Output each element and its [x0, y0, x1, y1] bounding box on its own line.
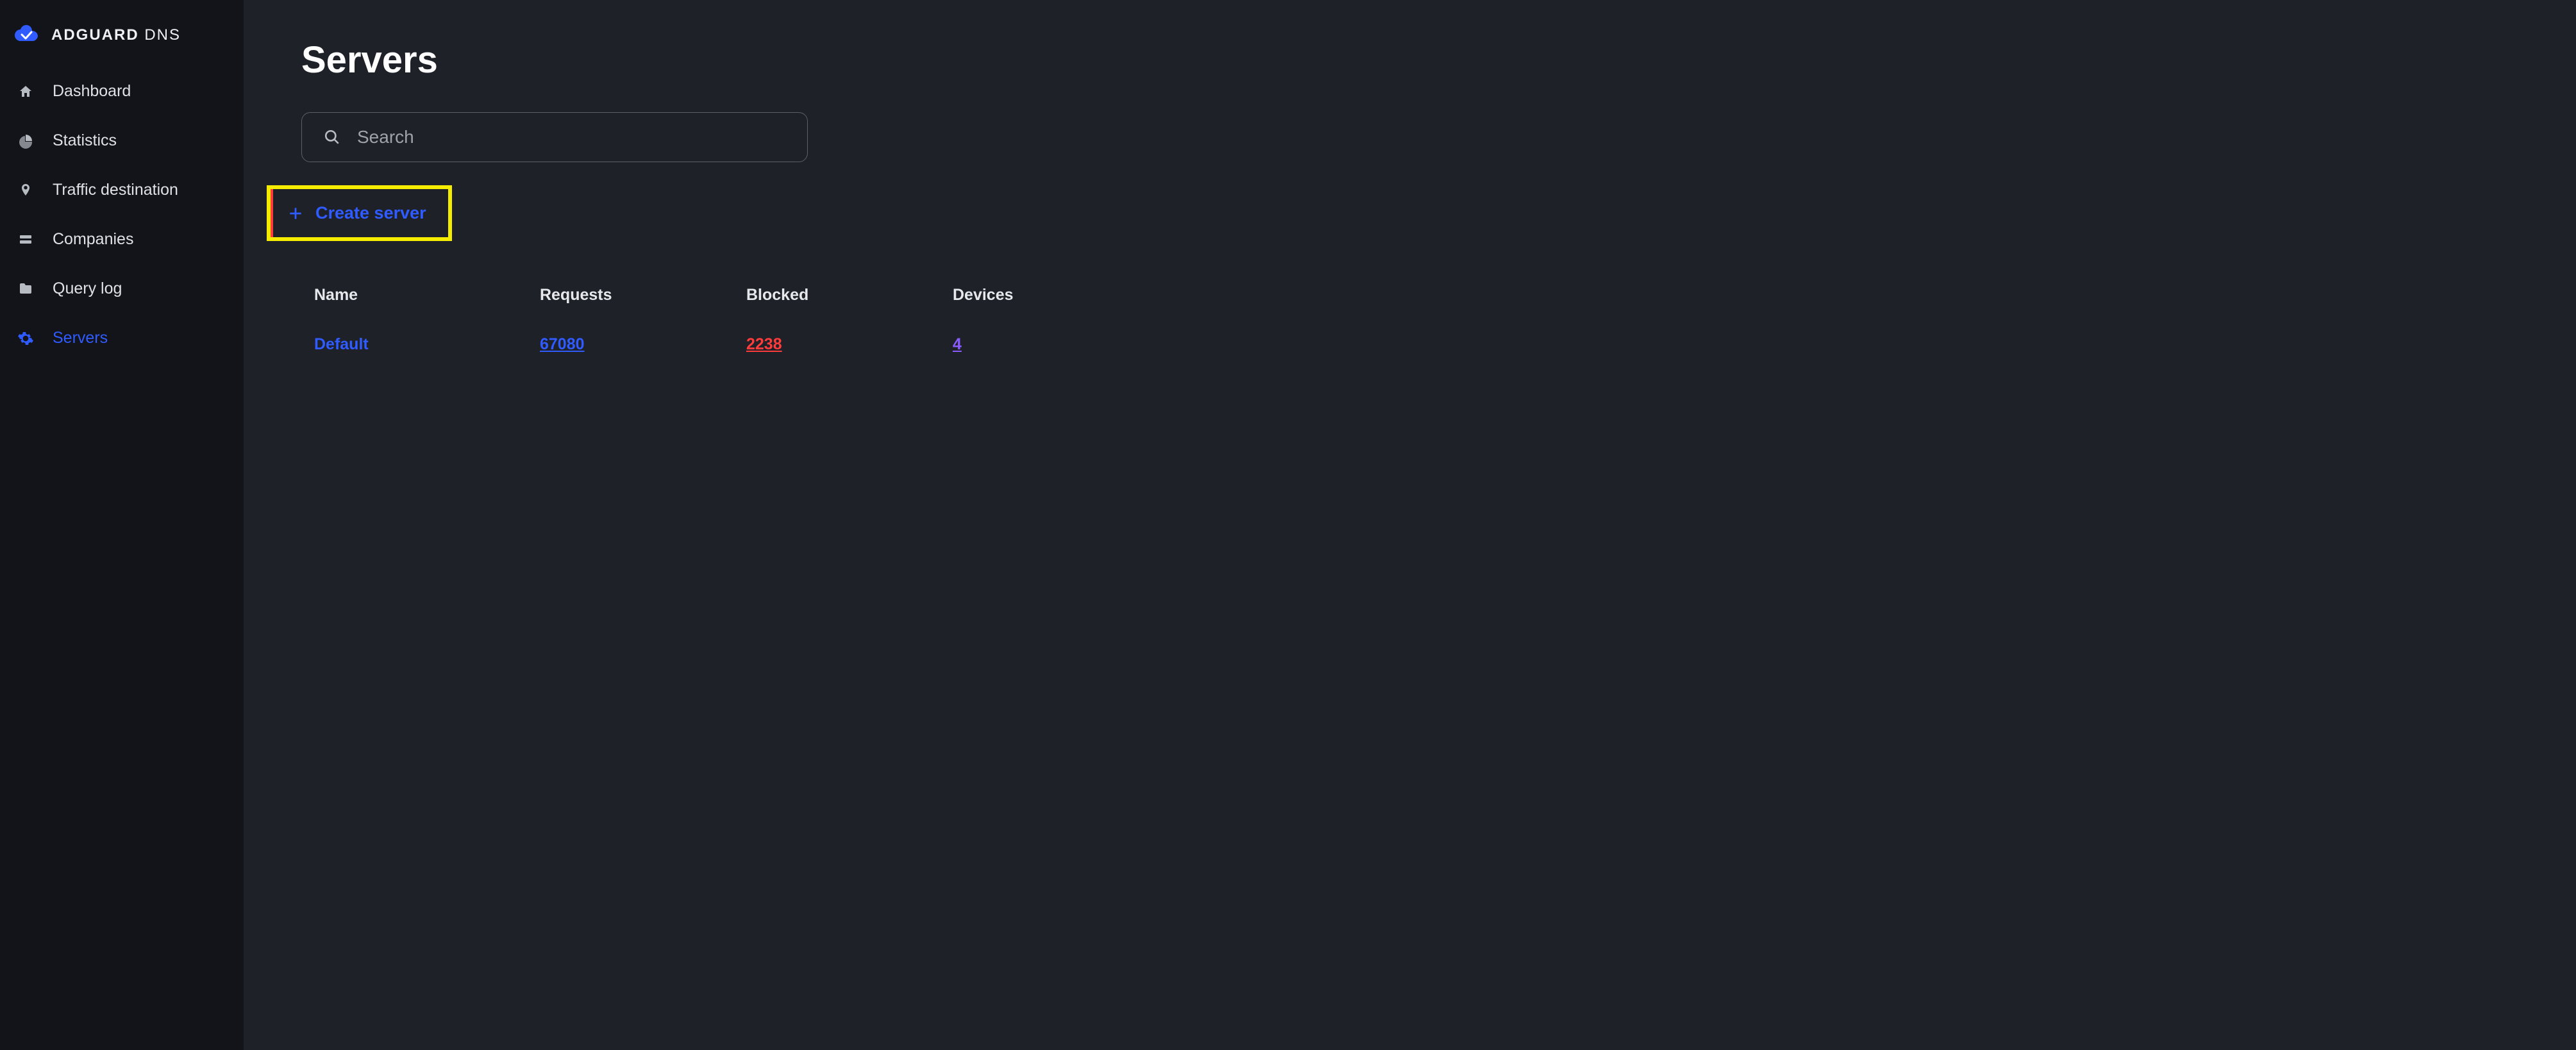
sidebar-item-dashboard[interactable]: Dashboard	[0, 67, 244, 116]
sidebar-item-label: Servers	[53, 329, 108, 347]
home-icon	[17, 83, 35, 101]
search-icon	[324, 129, 340, 146]
col-header-requests: Requests	[540, 286, 739, 304]
col-header-name: Name	[314, 286, 532, 304]
sidebar: ADGUARD DNS Dashboard Statistics Tra	[0, 0, 244, 1050]
sidebar-item-servers[interactable]: Servers	[0, 313, 244, 363]
search-box[interactable]	[301, 112, 808, 162]
sidebar-item-traffic-destination[interactable]: Traffic destination	[0, 165, 244, 215]
folder-icon	[17, 280, 35, 298]
sidebar-item-query-log[interactable]: Query log	[0, 264, 244, 313]
col-header-blocked: Blocked	[746, 286, 945, 304]
server-blocked-link[interactable]: 2238	[746, 335, 782, 353]
stack-icon	[17, 231, 35, 249]
server-requests-link[interactable]: 67080	[540, 335, 585, 353]
app-root: ADGUARD DNS Dashboard Statistics Tra	[0, 0, 2576, 1050]
nav-list: Dashboard Statistics Traffic destination…	[0, 67, 244, 363]
table-row[interactable]: Default 67080 2238 4	[301, 324, 2532, 365]
server-devices-link[interactable]: 4	[953, 335, 962, 353]
pie-chart-icon	[17, 132, 35, 150]
sidebar-item-label: Query log	[53, 279, 122, 298]
pin-icon	[17, 181, 35, 199]
sidebar-item-label: Statistics	[53, 131, 117, 150]
table-header: Name Requests Blocked Devices	[301, 274, 2532, 316]
create-server-label: Create server	[315, 203, 426, 223]
sidebar-item-label: Companies	[53, 230, 133, 249]
brand-text: ADGUARD DNS	[51, 26, 181, 44]
plus-icon	[287, 205, 304, 222]
sidebar-item-companies[interactable]: Companies	[0, 215, 244, 264]
sidebar-item-label: Dashboard	[53, 82, 131, 101]
page-title: Servers	[301, 38, 2532, 81]
brand[interactable]: ADGUARD DNS	[0, 22, 244, 67]
gear-icon	[17, 329, 35, 347]
main-content: Servers Create server Name Requests Bloc…	[244, 0, 2576, 1050]
brand-cloud-icon	[13, 22, 40, 49]
create-server-button[interactable]: Create server	[267, 185, 452, 241]
search-input[interactable]	[357, 127, 785, 147]
sidebar-item-statistics[interactable]: Statistics	[0, 116, 244, 165]
servers-table: Name Requests Blocked Devices Default 67…	[301, 274, 2532, 365]
col-header-devices: Devices	[953, 286, 1030, 304]
sidebar-item-label: Traffic destination	[53, 181, 178, 199]
server-name-cell[interactable]: Default	[314, 335, 532, 354]
